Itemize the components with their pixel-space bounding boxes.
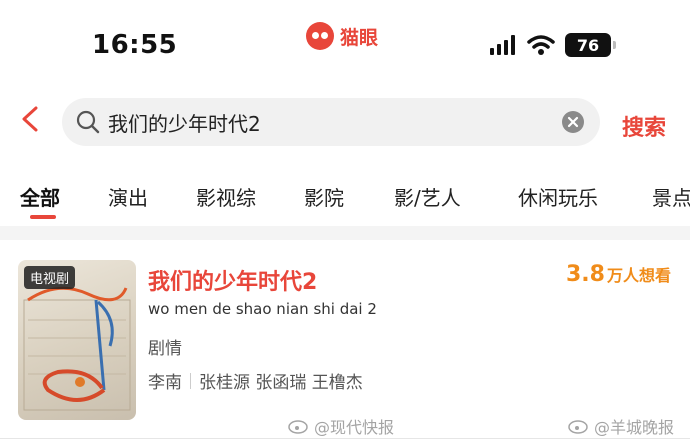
search-button[interactable]: 搜索 — [622, 110, 666, 142]
maoyan-logo-icon — [306, 22, 334, 50]
credits-divider — [190, 372, 191, 389]
search-input[interactable] — [108, 98, 548, 146]
result-credits: 李南 张桂源 张函瑞 王橹杰 — [148, 368, 363, 393]
tab-attractions[interactable]: 景点 — [652, 182, 690, 211]
watermark-text: @现代快报 — [314, 418, 395, 437]
watermark-left: @现代快报 — [288, 414, 394, 438]
system-icons: 76 — [490, 33, 616, 57]
watermark-right: @羊城晚报 — [568, 414, 674, 438]
want-to-watch: 3.8 万人想看 — [566, 262, 671, 287]
result-title[interactable]: 我们的少年时代2 — [148, 264, 317, 296]
signal-icon — [490, 35, 515, 55]
result-director: 李南 — [148, 373, 182, 393]
app-brand: 猫眼 — [306, 22, 378, 50]
result-cast: 张桂源 张函瑞 王橹杰 — [199, 373, 363, 393]
tab-shows[interactable]: 演出 — [108, 182, 148, 211]
result-genre: 剧情 — [148, 339, 182, 359]
tab-leisure[interactable]: 休闲玩乐 — [518, 182, 598, 211]
wifi-icon — [527, 35, 555, 55]
weibo-icon — [568, 420, 588, 434]
status-time: 16:55 — [92, 30, 178, 60]
clear-icon[interactable] — [562, 111, 584, 133]
tab-film-tv-variety[interactable]: 影视综 — [196, 182, 256, 211]
bottom-divider — [0, 438, 690, 439]
app-name: 猫眼 — [340, 26, 379, 49]
tab-artists[interactable]: 影/艺人 — [394, 182, 461, 211]
search-result-card[interactable]: 电视剧 我们的少年时代2 wo men de shao nian shi dai… — [0, 240, 690, 441]
tab-all[interactable]: 全部 — [20, 182, 60, 211]
battery-icon: 76 — [565, 33, 616, 57]
want-count: 3.8 — [566, 262, 605, 287]
result-pinyin: wo men de shao nian shi dai 2 — [148, 300, 377, 318]
poster-image[interactable]: 电视剧 — [18, 260, 136, 420]
search-icon — [76, 110, 100, 134]
category-tabs: 全部 演出 影视综 影院 影/艺人 休闲玩乐 景点 — [0, 160, 690, 226]
content-type-badge: 电视剧 — [24, 266, 76, 289]
tab-cinemas[interactable]: 影院 — [304, 182, 344, 211]
status-bar: 16:55 猫眼 76 — [0, 0, 690, 90]
search-bar: 搜索 — [0, 90, 690, 160]
search-box[interactable] — [62, 98, 600, 146]
active-tab-indicator — [30, 215, 56, 219]
watermark-text: @羊城晚报 — [594, 418, 675, 437]
weibo-icon — [288, 420, 308, 434]
want-label: 万人想看 — [606, 266, 671, 285]
back-icon[interactable] — [16, 104, 46, 134]
